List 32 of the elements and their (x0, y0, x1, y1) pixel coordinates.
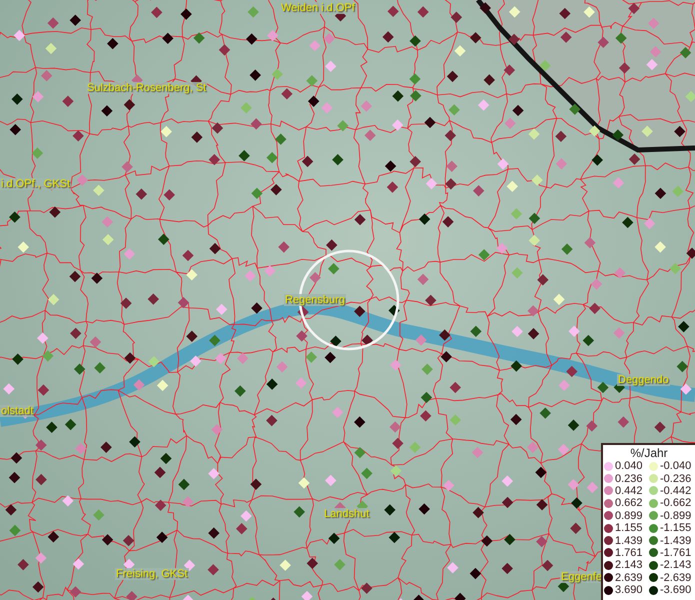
legend-value: -2.143 (660, 559, 692, 572)
legend-value: 2.639 (615, 572, 644, 584)
legend-value: 0.442 (615, 484, 644, 497)
legend-value: -0.442 (660, 484, 692, 497)
legend-value: 0.899 (615, 510, 644, 522)
legend-value: -1.155 (660, 522, 692, 534)
place-label: Eggenfe (560, 571, 603, 583)
legend-value: -2.639 (660, 572, 692, 584)
place-label: Regensburg (284, 294, 346, 306)
legend-value: -3.690 (660, 584, 692, 596)
legend-value: -1.439 (660, 534, 692, 547)
legend-value: 1.761 (615, 546, 644, 559)
legend-value: -0.662 (660, 497, 692, 510)
legend-title: %/Jahr (630, 446, 668, 460)
legend-value: 3.690 (615, 584, 644, 596)
legend-value: -0.040 (660, 460, 692, 472)
legend-value: 2.143 (615, 559, 644, 572)
place-label: Deggendo (617, 374, 670, 386)
legend-value: 0.236 (615, 472, 644, 485)
legend-value: 0.662 (615, 497, 644, 510)
legend-value: 1.439 (615, 534, 644, 547)
place-label: Landshut (323, 508, 370, 520)
place-label: olstadt (0, 405, 34, 417)
legend-value: -0.899 (660, 510, 692, 522)
place-label: Freising, GKSt (115, 568, 189, 580)
place-label: Sulzbach-Rosenberg, St (86, 82, 208, 94)
place-label: Weiden i.d.OPf (280, 2, 356, 14)
legend-value: 1.155 (615, 522, 644, 534)
legend-value: 0.040 (615, 460, 644, 472)
place-label: i.d.OPf., GKSt (0, 178, 72, 190)
legend-value: -0.236 (660, 472, 692, 485)
legend-value: -1.761 (660, 546, 692, 559)
